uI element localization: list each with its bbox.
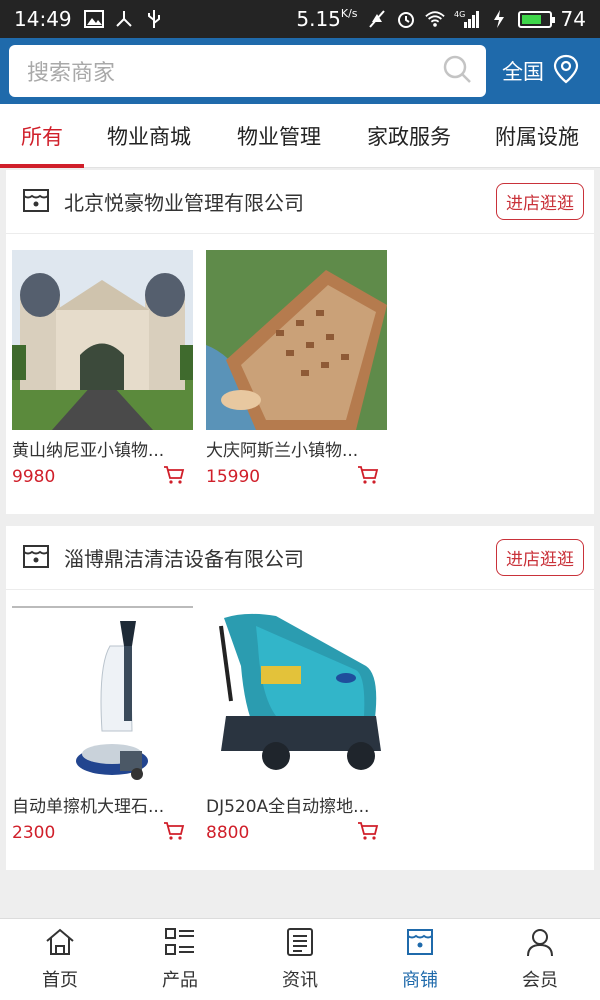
tab-label: 物业商城	[107, 124, 191, 149]
nav-products[interactable]: 产品	[120, 919, 240, 1000]
nav-label: 资讯	[282, 970, 318, 991]
tab-facilities[interactable]: 附属设施	[474, 104, 600, 168]
image-notification-icon	[83, 10, 104, 28]
product-image[interactable]	[12, 250, 193, 430]
search-placeholder: 搜索商家	[27, 61, 116, 86]
nav-stores[interactable]: 商铺	[360, 919, 480, 1000]
tab-housekeeping[interactable]: 家政服务	[344, 104, 474, 168]
charging-icon	[489, 10, 509, 28]
product-card[interactable]: 自动单擦机大理石... 2300	[12, 606, 193, 845]
region-selector[interactable]: 全国	[502, 54, 580, 89]
network-speed-unit: K/s	[340, 7, 358, 20]
usb-icon	[144, 10, 164, 28]
cart-icon[interactable]	[163, 465, 185, 489]
product-title[interactable]: 自动单擦机大理石...	[12, 792, 193, 817]
tab-label: 所有	[21, 124, 63, 149]
home-icon	[44, 927, 76, 962]
tab-all[interactable]: 所有	[0, 104, 84, 168]
alarm-icon	[396, 10, 416, 28]
store-icon	[20, 540, 52, 576]
signal-4g-icon: 4G	[454, 10, 480, 28]
tab-label: 附属设施	[495, 124, 579, 149]
product-image[interactable]	[206, 250, 387, 430]
visit-store-button[interactable]: 进店逛逛	[496, 183, 584, 220]
category-tabs: 所有 物业商城 物业管理 家政服务 附属设施	[0, 104, 600, 168]
nav-label: 首页	[42, 970, 78, 991]
store-name[interactable]: 北京悦豪物业管理有限公司	[64, 187, 496, 216]
cart-icon[interactable]	[163, 821, 185, 845]
status-time: 14:49	[14, 7, 72, 31]
store-card: 北京悦豪物业管理有限公司 进店逛逛 黄山纳尼亚小镇物... 9980 大庆阿斯兰…	[6, 170, 594, 514]
location-pin-icon	[552, 54, 580, 89]
store-icon	[404, 927, 436, 962]
product-title[interactable]: 黄山纳尼亚小镇物...	[12, 436, 193, 461]
tab-property-mall[interactable]: 物业商城	[84, 104, 214, 168]
battery-level: 74	[560, 7, 586, 31]
store-header: 淄博鼎洁清洁设备有限公司 进店逛逛	[6, 526, 594, 590]
product-list: 自动单擦机大理石... 2300 DJ520A全自动擦地... 8800	[6, 590, 594, 845]
product-price: 8800	[206, 823, 250, 843]
cart-icon[interactable]	[357, 465, 379, 489]
product-price: 15990	[206, 467, 261, 487]
search-input[interactable]: 搜索商家	[9, 45, 486, 97]
product-price: 2300	[12, 823, 56, 843]
share-notification-icon	[114, 10, 134, 28]
product-image[interactable]	[12, 606, 193, 786]
status-bar: 14:49 5.15K/s 4G 74	[0, 0, 600, 38]
tab-label: 家政服务	[367, 124, 451, 149]
store-name[interactable]: 淄博鼎洁清洁设备有限公司	[64, 543, 496, 572]
wifi-icon	[424, 10, 445, 28]
product-card[interactable]: 黄山纳尼亚小镇物... 9980	[12, 250, 193, 489]
bottom-nav: 首页 产品 资讯 商铺 会员	[0, 918, 600, 1000]
cart-icon[interactable]	[357, 821, 379, 845]
visit-store-button[interactable]: 进店逛逛	[496, 539, 584, 576]
product-title[interactable]: DJ520A全自动擦地...	[206, 792, 387, 817]
network-speed: 5.15	[296, 7, 341, 31]
grid-list-icon	[164, 927, 196, 962]
nav-home[interactable]: 首页	[0, 919, 120, 1000]
nav-label: 产品	[162, 970, 198, 991]
product-title[interactable]: 大庆阿斯兰小镇物...	[206, 436, 387, 461]
nav-label: 会员	[522, 970, 558, 991]
store-card: 淄博鼎洁清洁设备有限公司 进店逛逛 自动单擦机大理石... 2300 DJ520…	[6, 526, 594, 870]
region-label: 全国	[502, 60, 544, 84]
nav-member[interactable]: 会员	[480, 919, 600, 1000]
news-icon	[284, 927, 316, 962]
nav-label: 商铺	[402, 970, 438, 991]
nav-news[interactable]: 资讯	[240, 919, 360, 1000]
mute-icon	[367, 10, 387, 28]
network-type-label: 4G	[454, 10, 465, 19]
tab-label: 物业管理	[237, 124, 321, 149]
product-list: 黄山纳尼亚小镇物... 9980 大庆阿斯兰小镇物... 15990	[6, 234, 594, 489]
product-card[interactable]: 大庆阿斯兰小镇物... 15990	[206, 250, 387, 489]
product-image[interactable]	[206, 606, 387, 786]
product-price: 9980	[12, 467, 56, 487]
user-icon	[524, 927, 556, 962]
battery-icon	[517, 10, 555, 28]
header: 搜索商家 全国	[0, 38, 600, 104]
search-icon[interactable]	[442, 54, 472, 88]
store-icon	[20, 184, 52, 220]
tab-property-management[interactable]: 物业管理	[214, 104, 344, 168]
battery-fill	[521, 14, 541, 24]
product-card[interactable]: DJ520A全自动擦地... 8800	[206, 606, 387, 845]
store-header: 北京悦豪物业管理有限公司 进店逛逛	[6, 170, 594, 234]
